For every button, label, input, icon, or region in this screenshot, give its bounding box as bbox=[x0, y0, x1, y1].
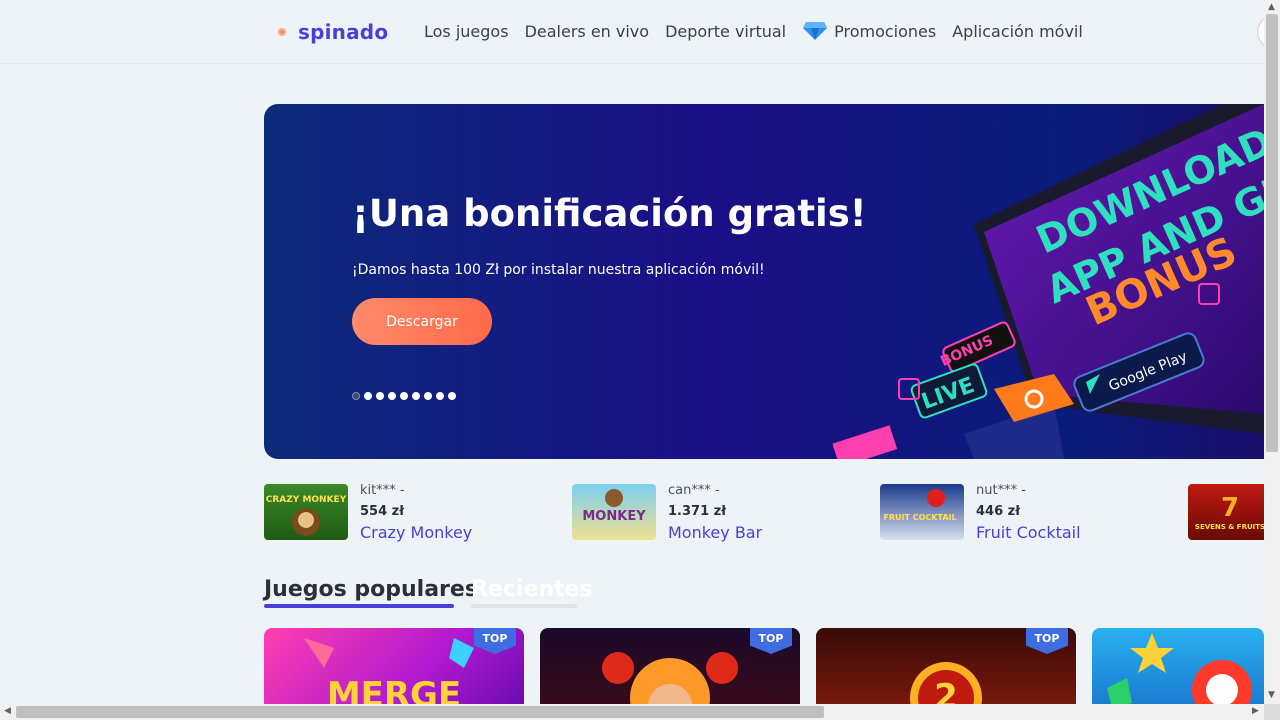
fruit-cocktail-art-icon: FRUIT COCKTAIL bbox=[883, 489, 957, 522]
monkey-bar-art-icon: MONKEY bbox=[582, 489, 646, 524]
game-thumbnail-fruit-cocktail[interactable]: FRUIT COCKTAIL bbox=[880, 484, 964, 540]
scroll-up-icon[interactable]: ▲ bbox=[1268, 2, 1275, 12]
winner-amount: 1.371 zł bbox=[668, 504, 727, 519]
winner-username: kit*** - bbox=[360, 484, 405, 498]
game-thumbnail-sevens-fruits[interactable]: 7 SEVENS & FRUITS bbox=[1188, 484, 1264, 540]
thumb-title: FRUIT COCKTAIL bbox=[883, 513, 956, 522]
winner-item: CRAZY MONKEY kit*** - 554 zł Crazy Monke… bbox=[264, 484, 472, 542]
carousel-dot[interactable] bbox=[412, 392, 420, 400]
nav-games[interactable]: Los juegos bbox=[424, 22, 509, 41]
winner-amount: 446 zł bbox=[976, 504, 1021, 519]
hero-banner: DOWNLOAD APP AND GET BONUS BONUS LIVE Go… bbox=[264, 104, 1264, 459]
thumb-title: MONKEY bbox=[582, 509, 646, 524]
nav-mobile-app[interactable]: Aplicación móvil bbox=[952, 22, 1083, 41]
game-card[interactable]: MERGE TOP bbox=[264, 628, 524, 708]
game-card[interactable]: 2 TOP bbox=[816, 628, 1076, 708]
nav-virtual-sports[interactable]: Deporte virtual bbox=[665, 22, 786, 41]
winner-item: MONKEY can*** - 1.371 zł Monkey Bar bbox=[572, 484, 762, 542]
winner-game-link[interactable]: Crazy Monkey bbox=[360, 523, 472, 542]
carousel-dot[interactable] bbox=[436, 392, 444, 400]
hero-subtitle: ¡Damos hasta 100 Zł por instalar nuestra… bbox=[352, 262, 765, 278]
download-button[interactable]: Descargar bbox=[352, 298, 492, 345]
logo[interactable]: spinado bbox=[278, 20, 388, 44]
carousel-dot[interactable] bbox=[352, 392, 360, 400]
fruit-star-game-art-icon bbox=[1107, 633, 1252, 708]
nav-live-dealers[interactable]: Dealers en vivo bbox=[525, 22, 650, 41]
winner-username: nut*** - bbox=[976, 484, 1026, 498]
scroll-down-icon[interactable]: ▼ bbox=[1268, 690, 1275, 700]
game-thumbnail-crazy-monkey[interactable]: CRAZY MONKEY bbox=[264, 484, 348, 540]
carousel-dot[interactable] bbox=[388, 392, 396, 400]
site-header: spinado Los juegos Dealers en vivo Depor… bbox=[0, 0, 1280, 64]
game-thumbnail-monkey-bar[interactable]: MONKEY bbox=[572, 484, 656, 540]
main-nav: Los juegos Dealers en vivo Deporte virtu… bbox=[424, 21, 1099, 41]
tab-inactive-indicator bbox=[471, 604, 577, 608]
game-card[interactable] bbox=[1092, 628, 1264, 708]
logo-text: spinado bbox=[298, 20, 389, 44]
logo-mark-icon bbox=[278, 28, 286, 36]
tab-active-indicator bbox=[264, 604, 454, 608]
carousel-dot[interactable] bbox=[376, 392, 384, 400]
carousel-dot[interactable] bbox=[424, 392, 432, 400]
carousel-dots bbox=[352, 392, 456, 400]
carousel-dot[interactable] bbox=[400, 392, 408, 400]
hero-title: ¡Una bonificación gratis! bbox=[352, 192, 867, 235]
nav-promotions-label: Promociones bbox=[834, 21, 937, 41]
vertical-scroll-thumb[interactable] bbox=[1266, 14, 1278, 452]
monkey-art-icon: CRAZY MONKEY bbox=[266, 495, 347, 536]
recent-winners: CRAZY MONKEY kit*** - 554 zł Crazy Monke… bbox=[264, 484, 1264, 544]
nav-promotions[interactable]: Promociones bbox=[802, 21, 936, 41]
diamond-icon bbox=[803, 22, 828, 40]
thumb-title: CRAZY MONKEY bbox=[266, 495, 347, 505]
sevens-art-icon: 7 SEVENS & FRUITS bbox=[1195, 493, 1264, 531]
winner-item: FRUIT COCKTAIL nut*** - 446 zł Fruit Coc… bbox=[880, 484, 1081, 542]
winner-game-link[interactable]: Fruit Cocktail bbox=[976, 523, 1081, 542]
svg-text:7: 7 bbox=[1221, 493, 1239, 523]
scrollbar-corner bbox=[1264, 704, 1280, 720]
tab-recent-games[interactable]: Recientes bbox=[471, 577, 593, 602]
app-bonus-illustration: DOWNLOAD APP AND GET BONUS BONUS LIVE Go… bbox=[832, 104, 1264, 459]
carousel-dot[interactable] bbox=[448, 392, 456, 400]
horizontal-scroll-thumb[interactable] bbox=[16, 706, 824, 718]
thumb-title: SEVENS & FRUITS bbox=[1195, 523, 1264, 531]
tab-popular-games[interactable]: Juegos populares bbox=[264, 577, 478, 602]
game-card[interactable]: TOP bbox=[540, 628, 800, 708]
winner-username: can*** - bbox=[668, 484, 720, 498]
scroll-left-icon[interactable]: ◀ bbox=[4, 706, 11, 716]
winner-item: 7 SEVENS & FRUITS bbox=[1188, 484, 1264, 540]
carousel-dot[interactable] bbox=[364, 392, 372, 400]
winner-amount: 554 zł bbox=[360, 504, 405, 519]
scroll-right-icon[interactable]: ▶ bbox=[1252, 706, 1259, 716]
winner-game-link[interactable]: Monkey Bar bbox=[668, 523, 762, 542]
